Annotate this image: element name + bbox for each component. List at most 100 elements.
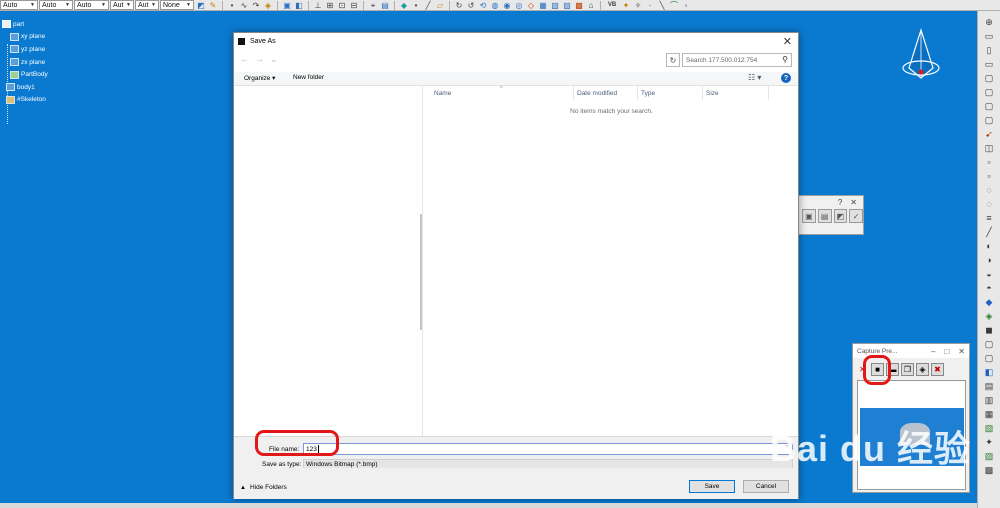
pan-icon[interactable]: ▭ bbox=[983, 30, 995, 42]
trim-icon[interactable]: ◇ bbox=[526, 1, 536, 10]
chart-icon[interactable]: ◫ bbox=[983, 142, 995, 154]
analysis-icon[interactable]: ◆ bbox=[983, 296, 995, 308]
image-tool-icon[interactable]: ◩ bbox=[833, 209, 848, 223]
plane-icon[interactable]: ◧ bbox=[294, 1, 304, 10]
navigation-pane[interactable] bbox=[234, 86, 423, 436]
tree-item-partbody[interactable]: PartBody bbox=[2, 68, 82, 81]
vb-icon[interactable]: VB bbox=[605, 1, 619, 10]
camera-icon[interactable]: ▦ bbox=[983, 408, 995, 420]
close-icon[interactable]: ✕ bbox=[783, 35, 792, 48]
curve-icon[interactable]: ↷ bbox=[251, 1, 261, 10]
tree-item-body1[interactable]: body1 bbox=[2, 81, 82, 94]
point-icon[interactable]: • bbox=[227, 1, 237, 10]
arc-icon[interactable]: ⌒ bbox=[669, 1, 679, 10]
apply-material-icon[interactable]: ◼ bbox=[983, 324, 995, 336]
cursor-icon[interactable]: ➹ bbox=[983, 128, 995, 140]
save-button[interactable]: Save bbox=[689, 480, 735, 493]
offset-icon[interactable]: ▩ bbox=[574, 1, 584, 10]
help-icon[interactable]: ? bbox=[781, 73, 791, 83]
section-icon[interactable]: ▢ bbox=[983, 352, 995, 364]
thickness-combo[interactable]: Auto ▼ bbox=[39, 0, 73, 10]
view-icon[interactable]: ▢ bbox=[983, 72, 995, 84]
new-folder-button[interactable]: New folder bbox=[293, 74, 324, 81]
spline-icon[interactable]: ∿ bbox=[239, 1, 249, 10]
box-icon[interactable]: ▢ bbox=[983, 338, 995, 350]
rendering-combo[interactable]: Aut ▼ bbox=[135, 0, 159, 10]
fit-icon[interactable]: ▭ bbox=[983, 58, 995, 70]
brush-icon[interactable]: ✎ bbox=[208, 1, 218, 10]
edge-icon[interactable]: ╱ bbox=[983, 226, 995, 238]
light-icon[interactable]: ✦ bbox=[983, 436, 995, 448]
settings-capture-icon[interactable]: ◈ bbox=[916, 362, 929, 376]
snap-icon[interactable]: ⊡ bbox=[337, 1, 347, 10]
delete-capture-icon[interactable]: ✖ bbox=[931, 362, 944, 376]
close-icon[interactable]: ✕ bbox=[958, 347, 965, 356]
layers-icon[interactable]: ◆ bbox=[399, 1, 409, 10]
column-size[interactable]: Size bbox=[703, 86, 769, 100]
tree-item-yz-plane[interactable]: yz plane bbox=[2, 43, 82, 56]
join-icon[interactable]: ▦ bbox=[538, 1, 548, 10]
nav-scrollbar[interactable] bbox=[420, 214, 422, 330]
tools-icon[interactable]: ✧ bbox=[633, 1, 643, 10]
blend-icon[interactable]: ◎ bbox=[514, 1, 524, 10]
tree-item-skeleton[interactable]: #Skeleton bbox=[2, 94, 82, 107]
blank-1-icon[interactable]: ▫ bbox=[983, 156, 995, 168]
blank-2-icon[interactable]: ▫ bbox=[983, 170, 995, 182]
options-tool-icon[interactable]: ✓ bbox=[849, 209, 863, 223]
minimize-icon[interactable]: – bbox=[931, 347, 935, 356]
axis-icon[interactable]: ⊥ bbox=[313, 1, 323, 10]
grid-icon[interactable]: ⊞ bbox=[325, 1, 335, 10]
filter-combo[interactable]: None ▼ bbox=[160, 0, 194, 10]
hide-folders-button[interactable]: ▲ Hide Folders bbox=[240, 484, 287, 491]
file-name-field[interactable]: 123 bbox=[303, 443, 793, 455]
scene-icon[interactable]: ▨ bbox=[983, 450, 995, 462]
line-weight-combo[interactable]: Auto ▼ bbox=[74, 0, 109, 10]
video-icon[interactable]: ▩ bbox=[983, 464, 995, 476]
environment-icon[interactable]: ▧ bbox=[983, 422, 995, 434]
tree-item-xy-plane[interactable]: xy plane bbox=[2, 31, 82, 44]
draft-icon[interactable]: ◓ bbox=[983, 282, 995, 294]
paint-icon[interactable]: ◩ bbox=[196, 1, 206, 10]
tool-end-icon[interactable]: ◦ bbox=[681, 1, 691, 10]
normal-view-icon[interactable]: ▢ bbox=[983, 86, 995, 98]
fix-icon[interactable]: ▤ bbox=[380, 1, 390, 10]
line-type-combo[interactable]: Auto ▼ bbox=[0, 0, 38, 10]
maximize-icon[interactable]: □ bbox=[944, 347, 949, 356]
loft-icon[interactable]: ◍ bbox=[490, 1, 500, 10]
hide-show-icon[interactable]: ◌ bbox=[983, 184, 995, 196]
isometric-icon[interactable]: ▢ bbox=[983, 100, 995, 112]
line-icon[interactable]: ╱ bbox=[423, 1, 433, 10]
swap-icon[interactable]: ◌ bbox=[983, 198, 995, 210]
rotate-back-icon[interactable]: ↺ bbox=[466, 1, 476, 10]
dot-small-icon[interactable]: · bbox=[645, 1, 655, 10]
shading-icon[interactable]: ▢ bbox=[983, 114, 995, 126]
back-forward-icons[interactable]: ←→⌄ bbox=[240, 54, 284, 65]
curvature-icon[interactable]: ◒ bbox=[983, 268, 995, 280]
face-icon[interactable]: ◑ bbox=[983, 254, 995, 266]
surface-icon[interactable]: ◐ bbox=[983, 240, 995, 252]
split-icon[interactable]: ▧ bbox=[550, 1, 560, 10]
refresh-icon[interactable]: ↻ bbox=[666, 53, 680, 67]
search-input[interactable]: Search 177.500.012.754 ⚲ bbox=[682, 53, 792, 67]
macro-icon[interactable]: ✦ bbox=[621, 1, 631, 10]
extract-icon[interactable]: ▨ bbox=[562, 1, 572, 10]
column-name[interactable]: Name ^ bbox=[424, 86, 574, 100]
pencil-icon[interactable]: ╲ bbox=[657, 1, 667, 10]
capture-icon[interactable]: ▥ bbox=[983, 394, 995, 406]
zoom-icon[interactable]: ▯ bbox=[983, 44, 995, 56]
copy-capture-icon[interactable]: ❐ bbox=[901, 362, 914, 376]
help-icon[interactable]: ? bbox=[838, 198, 842, 207]
measure-icon[interactable]: ⌂ bbox=[586, 1, 596, 10]
sketch-icon[interactable]: ▣ bbox=[282, 1, 292, 10]
sweep-icon[interactable]: ⟲ bbox=[478, 1, 488, 10]
organize-button[interactable]: Organize ▾ bbox=[244, 74, 275, 82]
layer-combo[interactable]: Aut ▼ bbox=[110, 0, 134, 10]
column-date-modified[interactable]: Date modified bbox=[574, 86, 638, 100]
mesh-icon[interactable]: ◈ bbox=[983, 310, 995, 322]
select-icon[interactable]: ⊕ bbox=[983, 16, 995, 28]
capture-tool-icon[interactable]: ▣ bbox=[802, 209, 816, 223]
close-icon[interactable]: ✕ bbox=[850, 198, 857, 207]
render-icon[interactable]: ▤ bbox=[983, 380, 995, 392]
wire-icon[interactable]: ≡ bbox=[983, 212, 995, 224]
rotate-icon[interactable]: ↻ bbox=[454, 1, 464, 10]
